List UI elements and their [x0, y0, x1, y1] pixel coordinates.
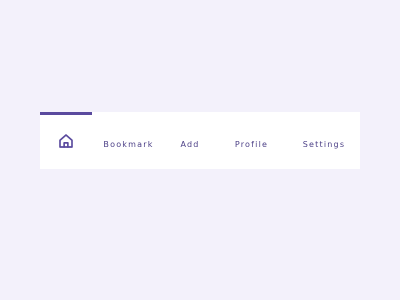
tab-profile-label: Profile	[234, 139, 269, 149]
bottom-tab-bar: Bookmark Add Profile Settings	[40, 112, 360, 169]
tab-home[interactable]	[40, 112, 92, 169]
tab-profile[interactable]: Profile	[215, 112, 288, 169]
tab-add[interactable]: Add	[165, 112, 215, 169]
tab-settings[interactable]: Settings	[288, 112, 360, 169]
home-icon	[59, 133, 73, 148]
tab-add-label: Add	[180, 139, 200, 149]
tab-settings-label: Settings	[302, 139, 346, 149]
tab-bookmark-label: Bookmark	[103, 139, 154, 149]
tab-bookmark[interactable]: Bookmark	[92, 112, 165, 169]
